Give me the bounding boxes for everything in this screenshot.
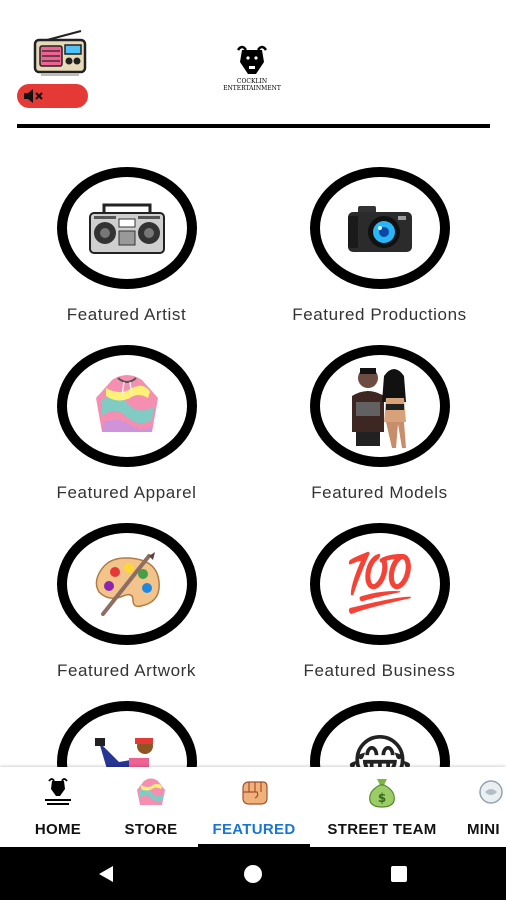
featured-productions-ring[interactable] (310, 167, 450, 289)
grid-item-crying-laughing[interactable]: 😂 (253, 669, 506, 767)
fist-icon (237, 775, 271, 809)
tab-store[interactable]: STORE (108, 767, 194, 847)
bull-logo-icon (41, 775, 75, 809)
grid-item-featured-models[interactable]: Featured Models (253, 313, 506, 502)
tab-street-team-label: STREET TEAM (327, 821, 437, 838)
featured-grid: Featured Artist Featured Productions Fea… (0, 135, 506, 767)
camera-icon (348, 206, 412, 252)
crying-laughing-ring[interactable]: 😂 (310, 701, 450, 767)
tab-mini-label: MINI (467, 821, 500, 838)
reclining-person-ring[interactable] (57, 701, 197, 767)
logo-text-line2: ENTERTAINMENT (223, 85, 281, 92)
tab-mini[interactable]: MINI (456, 767, 506, 847)
grid-item-featured-artist[interactable]: Featured Artist (0, 135, 253, 324)
grid-item-featured-productions[interactable]: Featured Productions (253, 135, 506, 324)
grid-item-featured-business[interactable]: 💯 Featured Business (253, 491, 506, 680)
grid-item-featured-apparel[interactable]: Featured Apparel (0, 313, 253, 502)
models-photo-icon (352, 368, 406, 448)
featured-apparel-ring[interactable] (57, 345, 197, 467)
tab-street-team[interactable]: $ STREET TEAM (318, 767, 446, 847)
money-bag-icon: $ (365, 775, 399, 809)
tab-featured[interactable]: FEATURED (198, 767, 310, 847)
hundred-points-icon: 💯 (345, 551, 415, 616)
recents-square-icon (391, 865, 407, 882)
home-circle-icon (244, 864, 262, 883)
logo-text-line1: COCKLIN (236, 78, 268, 85)
tab-home-label: HOME (34, 821, 82, 838)
app-header: COCKLIN ENTERTAINMENT (0, 0, 506, 130)
hoodie-store-icon (134, 775, 168, 809)
header-divider (17, 124, 490, 128)
svg-text:$: $ (378, 791, 386, 805)
featured-artist-ring[interactable] (57, 167, 197, 289)
tab-featured-label: FEATURED (212, 821, 296, 838)
bull-logo-icon (236, 45, 268, 74)
crying-laughing-face-icon: 😂 (347, 729, 413, 768)
home-button[interactable] (223, 847, 283, 900)
tab-home[interactable]: HOME (8, 767, 108, 847)
back-button[interactable] (76, 847, 136, 900)
featured-artwork-ring[interactable] (57, 523, 197, 645)
back-triangle-icon (99, 865, 113, 882)
featured-models-ring[interactable] (310, 345, 450, 467)
featured-business-ring[interactable]: 💯 (310, 523, 450, 645)
tie-dye-hoodie-icon (96, 375, 158, 432)
grid-item-featured-artwork[interactable]: Featured Artwork (0, 491, 253, 680)
grid-item-reclining-person[interactable] (0, 669, 253, 767)
boombox-icon (89, 203, 165, 254)
bottom-tab-bar: HOME STORE FEATURED $ STREET TEAM MINI (0, 767, 506, 847)
logo-text: COCKLIN ENTERTAINMENT (216, 78, 288, 92)
tab-store-label: STORE (124, 821, 178, 838)
system-nav-bar (0, 847, 506, 900)
reclining-person-icon (95, 738, 153, 767)
mini-icon (474, 775, 506, 809)
mute-toggle[interactable] (17, 84, 88, 108)
recents-button[interactable] (369, 847, 429, 900)
brand-logo: COCKLIN ENTERTAINMENT (216, 44, 288, 96)
radio-icon[interactable] (33, 30, 87, 78)
artist-palette-icon (95, 552, 160, 616)
speaker-mute-icon (23, 88, 45, 104)
